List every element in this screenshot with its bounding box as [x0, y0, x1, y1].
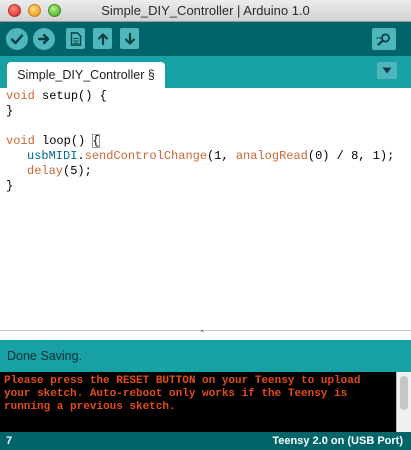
serial-monitor-button[interactable]	[372, 28, 396, 50]
code-fragment: setup() {	[34, 89, 107, 103]
verify-button[interactable]	[6, 28, 28, 50]
right-arrow-icon	[37, 33, 50, 45]
triangle-down-icon	[382, 67, 392, 74]
footer-bar: 7 Teensy 2.0 on (USB Port)	[0, 432, 411, 450]
function-name: sendControlChange	[84, 149, 208, 163]
split-divider[interactable]: ˄	[0, 330, 411, 340]
status-bar: Done Saving.	[0, 340, 411, 372]
tab-simple-diy-controller[interactable]: Simple_DIY_Controller §	[7, 62, 165, 88]
function-name: delay	[27, 164, 64, 178]
tab-bar: Simple_DIY_Controller §	[0, 56, 411, 88]
window-title: Simple_DIY_Controller | Arduino 1.0	[101, 3, 310, 18]
console-scrollbar[interactable]	[396, 372, 411, 432]
console-scroll-thumb[interactable]	[400, 376, 408, 410]
upload-button[interactable]	[33, 28, 55, 50]
matched-brace: {	[92, 134, 100, 148]
up-arrow-icon	[97, 32, 108, 45]
status-message: Done Saving.	[7, 349, 83, 363]
code-fragment: (0) / 8, 1);	[307, 149, 395, 163]
line-number: 7	[6, 435, 13, 447]
toolbar	[0, 22, 411, 56]
code-text: void setup() { } void loop() { usbMIDI.s…	[6, 89, 394, 194]
code-fragment: loop()	[34, 134, 93, 148]
title-bar: Simple_DIY_Controller | Arduino 1.0	[0, 0, 411, 22]
code-fragment: .	[77, 149, 85, 163]
save-button[interactable]	[120, 28, 139, 49]
down-arrow-icon	[124, 32, 135, 45]
magnifier-icon	[376, 33, 390, 46]
code-fragment: }	[6, 104, 14, 118]
keyword: void	[6, 134, 35, 148]
new-button[interactable]	[66, 28, 85, 49]
collapse-caret-icon[interactable]: ˄	[200, 330, 205, 340]
tab-menu-button[interactable]	[377, 62, 397, 79]
code-fragment: }	[6, 179, 14, 193]
keyword: void	[6, 89, 35, 103]
console-text: Please press the RESET BUTTON on your Te…	[4, 375, 361, 413]
code-editor[interactable]: void setup() { } void loop() { usbMIDI.s…	[0, 88, 411, 330]
function-name: analogRead	[235, 149, 308, 163]
code-fragment: (1,	[207, 149, 236, 163]
open-button[interactable]	[93, 28, 112, 49]
checkmark-icon	[10, 34, 24, 45]
board-port-label: Teensy 2.0 on (USB Port)	[272, 435, 403, 447]
console-output: Please press the RESET BUTTON on your Te…	[0, 372, 411, 432]
class-name: usbMIDI	[27, 149, 78, 163]
code-fragment: (5);	[63, 164, 92, 178]
new-document-icon	[70, 31, 81, 46]
